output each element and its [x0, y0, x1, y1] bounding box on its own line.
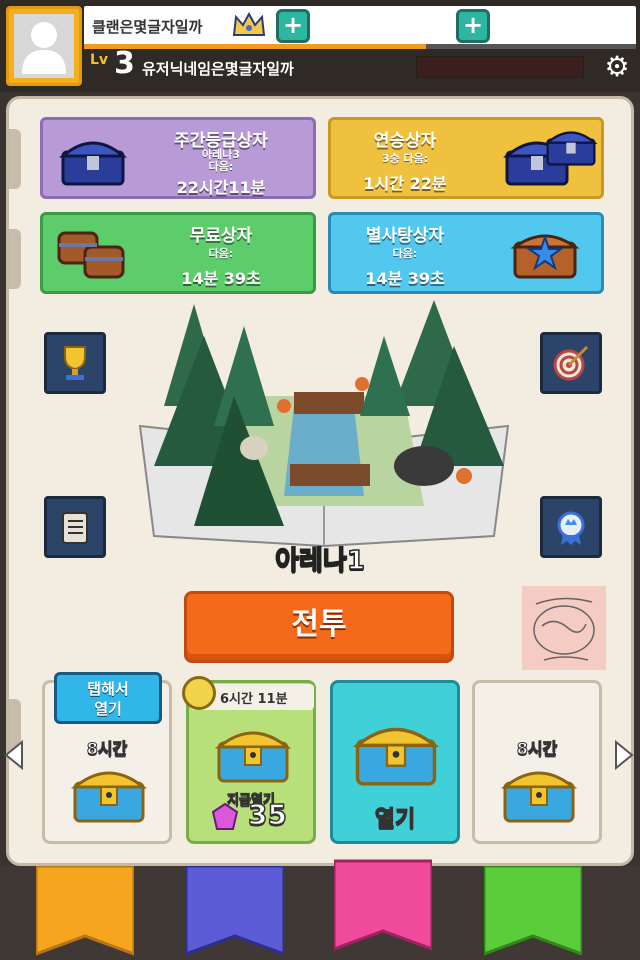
user-icon	[14, 14, 74, 78]
doodle-stamp	[522, 586, 606, 670]
chest-next-label: 다음:	[208, 247, 234, 260]
level-prefix: Lv	[90, 52, 109, 68]
chest-next-label: 다음:	[208, 160, 234, 173]
slot-time: 8시간	[516, 739, 558, 759]
chest-icon	[544, 131, 598, 166]
streak-chest-card[interactable]: 연승상자 3승 다음: 1시간 22분	[328, 117, 604, 199]
chest-icon	[58, 141, 128, 186]
arena-diorama[interactable]	[134, 296, 514, 550]
add-clan-button[interactable]: +	[276, 9, 310, 43]
chest-next-label: 3승 다음:	[381, 152, 429, 165]
medal-icon[interactable]	[540, 496, 602, 558]
badge-line2: 열기	[94, 700, 122, 718]
nav-tab-pink[interactable]	[334, 856, 432, 956]
open-label: 열기	[374, 807, 416, 833]
nickname: 유저닉네임은몇글자일까	[142, 60, 294, 78]
chest-title: 무료상자	[189, 226, 253, 246]
badge-line1: 탭해서	[87, 680, 129, 698]
level-row: Lv 3 유저닉네임은몇글자일까 ⚙	[84, 46, 636, 86]
chest-icon	[501, 771, 577, 823]
page-tab	[9, 229, 21, 289]
gem-amount: 35	[247, 797, 287, 832]
level-number: 3	[114, 46, 135, 81]
scroll-list-icon[interactable]	[44, 496, 106, 558]
gem-cost: 35	[196, 797, 308, 834]
resource-box	[416, 56, 584, 78]
star-chest-icon	[510, 233, 580, 279]
chest-timer: 1시간 22분	[363, 174, 447, 193]
chest-title: 별사탕상자	[365, 226, 445, 246]
chest-icon	[215, 731, 291, 783]
top-bar: 클랜은몇글자일까 + + Lv 3 유저닉네임은몇글자일까 ⚙	[0, 0, 640, 92]
chest-timer: 14분 39초	[365, 269, 445, 288]
arrow-right-icon[interactable]	[614, 740, 634, 770]
xp-progress-fill	[84, 44, 427, 49]
chest-icon	[353, 727, 439, 786]
battle-button[interactable]: 전투	[184, 591, 454, 663]
add-button[interactable]: +	[456, 9, 490, 43]
page-tab	[9, 129, 21, 189]
star-chest-card[interactable]: 별사탕상자 다음: 14분 39초	[328, 212, 604, 294]
tap-to-open-badge: 탭해서 열기	[54, 672, 162, 724]
chest-slot-4[interactable]: 8시간	[472, 680, 602, 844]
gear-icon[interactable]: ⚙	[602, 52, 632, 82]
weekly-chest-card[interactable]: 주간등급상자 아레나3 다음: 22시간11분	[40, 117, 316, 199]
target-icon[interactable]	[540, 332, 602, 394]
clan-bar: 클랜은몇글자일까 + +	[84, 6, 636, 46]
clan-name: 클랜은몇글자일까	[92, 18, 203, 36]
nav-tab-orange[interactable]	[36, 866, 134, 956]
chest-next-label: 다음:	[392, 247, 418, 260]
avatar[interactable]	[6, 6, 82, 86]
gem-icon	[211, 802, 239, 830]
nav-tab-green[interactable]	[484, 866, 582, 956]
chest-timer: 22시간11분	[176, 178, 266, 197]
slot-timer: 6시간 11분	[220, 692, 288, 707]
xp-progress-bar	[84, 44, 636, 49]
arena-name: 아레나1	[274, 545, 365, 577]
chest-slot-3[interactable]: 열기	[330, 680, 460, 844]
arrow-left-icon[interactable]	[4, 740, 24, 770]
free-chest-card[interactable]: 무료상자 다음: 14분 39초	[40, 212, 316, 294]
slot-time: 8시간	[86, 739, 128, 759]
chest-title: 연승상자	[373, 131, 437, 151]
stopwatch-icon	[182, 676, 216, 710]
crown-icon	[232, 11, 266, 36]
chest-icon	[71, 771, 147, 823]
trophy-icon[interactable]	[44, 332, 106, 394]
chest-icon	[57, 231, 125, 279]
chest-timer: 14분 39초	[181, 269, 261, 288]
nav-tab-blue[interactable]	[186, 866, 284, 956]
